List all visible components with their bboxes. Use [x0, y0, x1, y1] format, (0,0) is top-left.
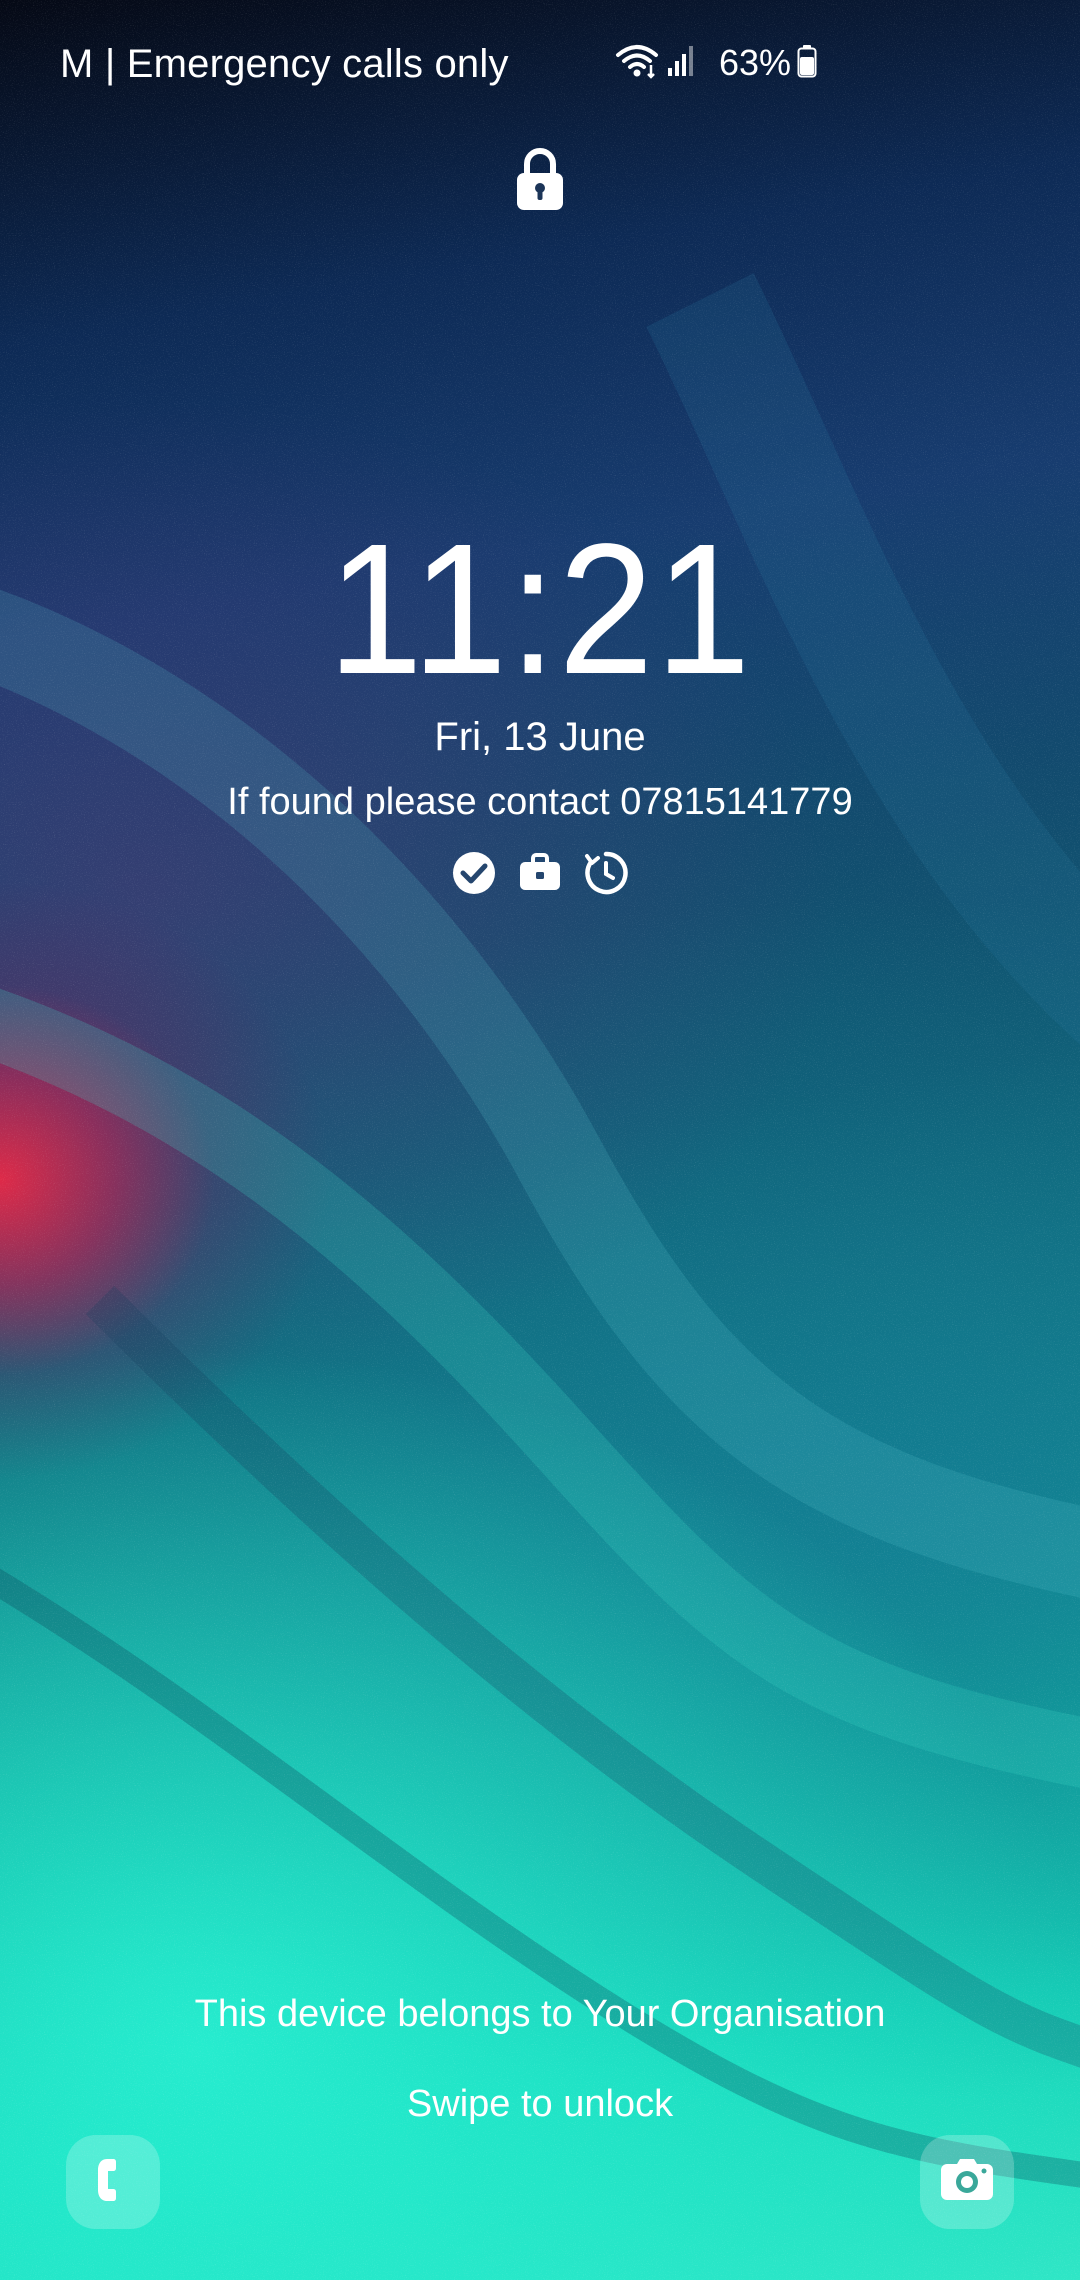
- padlock-icon: [514, 146, 566, 212]
- phone-icon: [93, 2156, 133, 2209]
- lockscreen-clock: 11:21: [327, 506, 753, 713]
- owner-info: If found please contact 07815141779: [227, 781, 853, 823]
- phone-shortcut-button[interactable]: [66, 2135, 160, 2229]
- wallpaper-texture: [0, 0, 1080, 2280]
- wifi-icon: [615, 41, 659, 86]
- timer-icon[interactable]: [583, 850, 629, 896]
- signal-icon: [667, 44, 697, 83]
- check-circle-icon[interactable]: [451, 850, 497, 896]
- wallpaper: [0, 0, 1080, 2280]
- swipe-to-unlock-hint: Swipe to unlock: [406, 2083, 674, 2125]
- carrier-status: M | Emergency calls only: [60, 42, 509, 86]
- camera-shortcut-button[interactable]: [920, 2135, 1014, 2229]
- briefcase-icon[interactable]: [517, 850, 563, 896]
- notification-icons: [0, 850, 1080, 896]
- status-bar: M | Emergency calls only 63%: [0, 0, 1080, 130]
- battery-percentage: 63%: [719, 42, 792, 83]
- organisation-notice: This device belongs to Your Organisation: [194, 1993, 886, 2035]
- camera-icon: [939, 2158, 995, 2207]
- battery-icon: [797, 44, 817, 83]
- status-icons: 63%: [615, 38, 817, 88]
- lockscreen-date: Fri, 13 June: [434, 715, 646, 759]
